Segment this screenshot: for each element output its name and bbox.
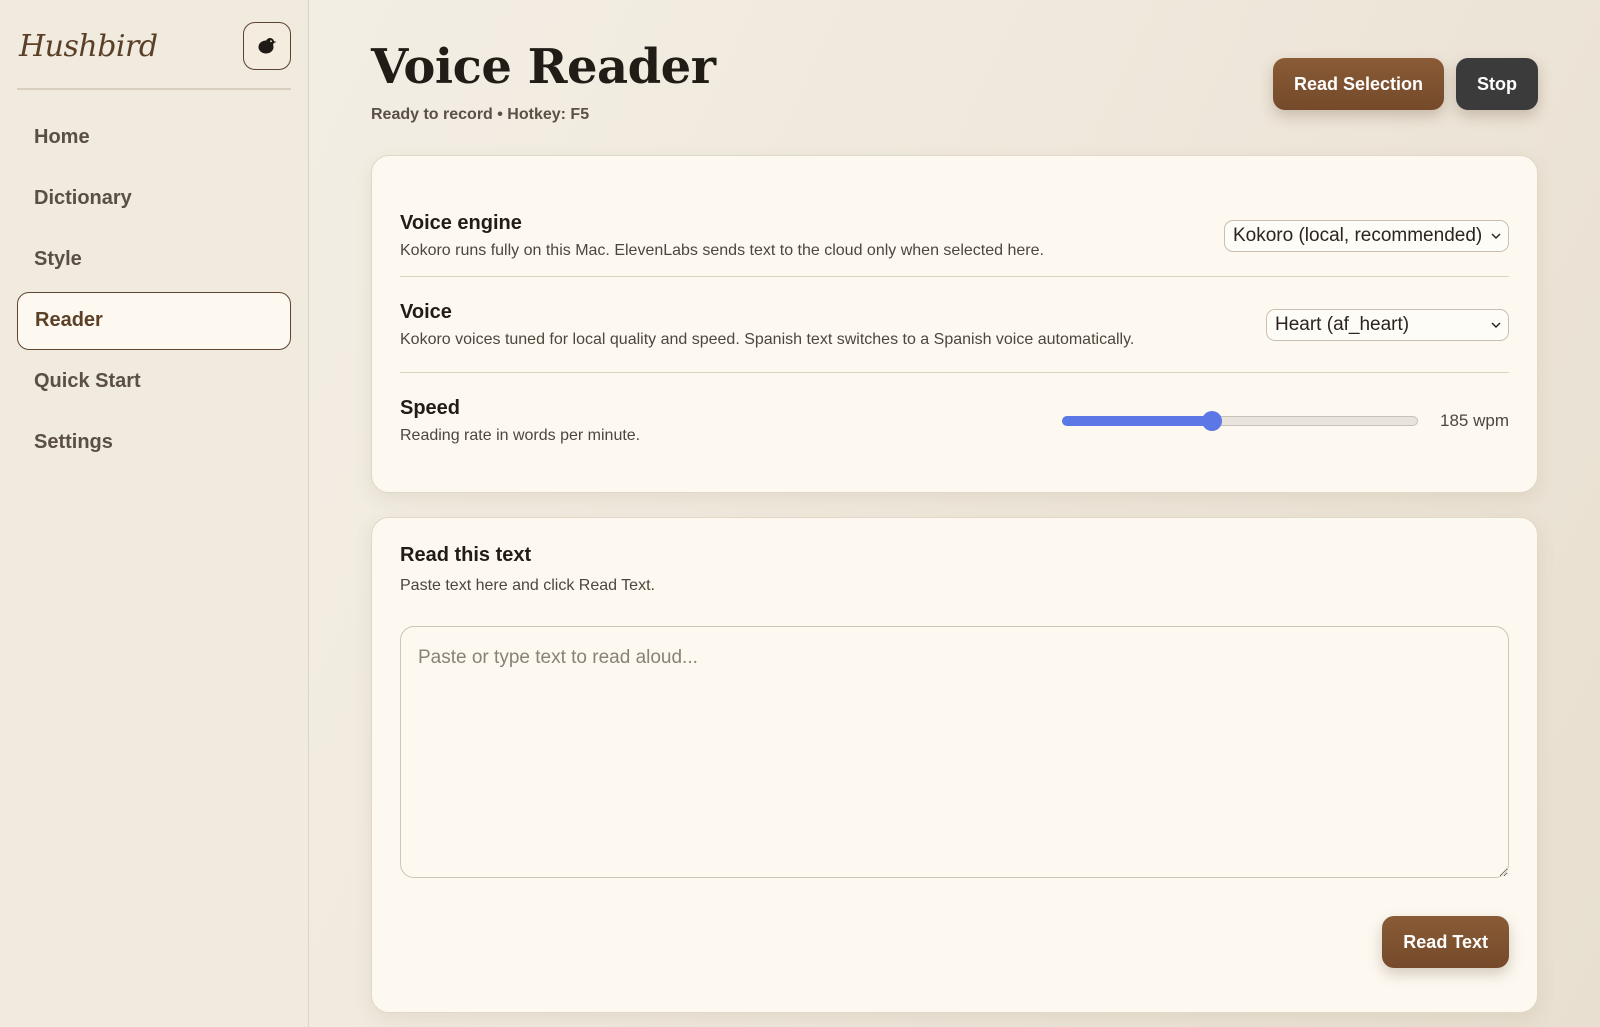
speed-text: Speed Reading rate in words per minute. (400, 397, 640, 445)
speed-title: Speed (400, 397, 461, 419)
sidebar: Hushbird Home Dictionary Style Reader Qu… (0, 0, 309, 1027)
title-block: Voice Reader Ready to record • Hotkey: F… (371, 36, 716, 124)
speed-row: Speed Reading rate in words per minute. … (400, 373, 1509, 469)
read-text-card: Read this text Paste text here and click… (371, 517, 1538, 1013)
voice-settings-card: Voice engine Kokoro runs fully on this M… (371, 155, 1538, 493)
status-text: Ready to record • Hotkey: F5 (371, 106, 590, 123)
bird-button[interactable] (243, 22, 291, 70)
sidebar-item-style[interactable]: Style (17, 231, 291, 289)
page-title: Voice Reader (371, 39, 716, 95)
sidebar-nav: Home Dictionary Style Reader Quick Start… (17, 109, 291, 472)
voice-engine-selected: Kokoro (local, recommended) (1233, 225, 1483, 246)
sidebar-item-settings[interactable]: Settings (17, 414, 291, 472)
slider-thumb[interactable] (1202, 411, 1223, 431)
voice-row: Voice Kokoro voices tuned for local qual… (400, 277, 1509, 373)
speed-control: 185 wpm (1062, 411, 1509, 431)
voice-description: Kokoro voices tuned for local quality an… (400, 330, 1135, 348)
bird-icon (258, 38, 277, 54)
app-window: Hushbird Home Dictionary Style Reader Qu… (0, 0, 1600, 1027)
voice-engine-select[interactable]: Kokoro (local, recommended) (1224, 220, 1509, 252)
voice-select[interactable]: Heart (af_heart) (1266, 308, 1509, 341)
read-text-button[interactable]: Read Text (1382, 916, 1509, 968)
speed-description: Reading rate in words per minute. (400, 427, 641, 444)
voice-engine-title: Voice engine (400, 212, 522, 234)
chevron-down-icon (1491, 321, 1501, 328)
stop-button[interactable]: Stop (1456, 58, 1538, 110)
header-actions: Read Selection Stop (1272, 58, 1538, 110)
voice-selected: Heart (af_heart) (1275, 313, 1410, 335)
read-text-description: Paste text here and click Read Text. (400, 577, 655, 594)
voice-engine-text: Voice engine Kokoro runs fully on this M… (400, 212, 1044, 260)
read-text-input[interactable] (400, 626, 1509, 878)
speed-slider[interactable] (1062, 411, 1419, 431)
voice-text: Voice Kokoro voices tuned for local qual… (400, 301, 1134, 349)
read-selection-button[interactable]: Read Selection (1272, 58, 1444, 110)
sidebar-item-quick-start[interactable]: Quick Start (17, 353, 291, 411)
voice-engine-description: Kokoro runs fully on this Mac. ElevenLab… (400, 242, 1044, 259)
chevron-down-icon (1491, 233, 1501, 240)
page-header: Voice Reader Ready to record • Hotkey: F… (371, 36, 1538, 155)
read-text-title: Read this text (400, 544, 532, 566)
speed-value: 185 wpm (1440, 411, 1509, 430)
voice-engine-row: Voice engine Kokoro runs fully on this M… (400, 198, 1509, 277)
app-logo: Hushbird (19, 28, 158, 64)
main-content: Voice Reader Ready to record • Hotkey: F… (309, 0, 1600, 1027)
slider-fill (1062, 416, 1213, 426)
sidebar-divider (17, 88, 291, 90)
voice-title: Voice (400, 300, 452, 323)
sidebar-item-home[interactable]: Home (17, 109, 291, 167)
sidebar-header: Hushbird (17, 22, 291, 70)
sidebar-item-reader[interactable]: Reader (17, 291, 291, 350)
sidebar-item-dictionary[interactable]: Dictionary (17, 170, 291, 228)
